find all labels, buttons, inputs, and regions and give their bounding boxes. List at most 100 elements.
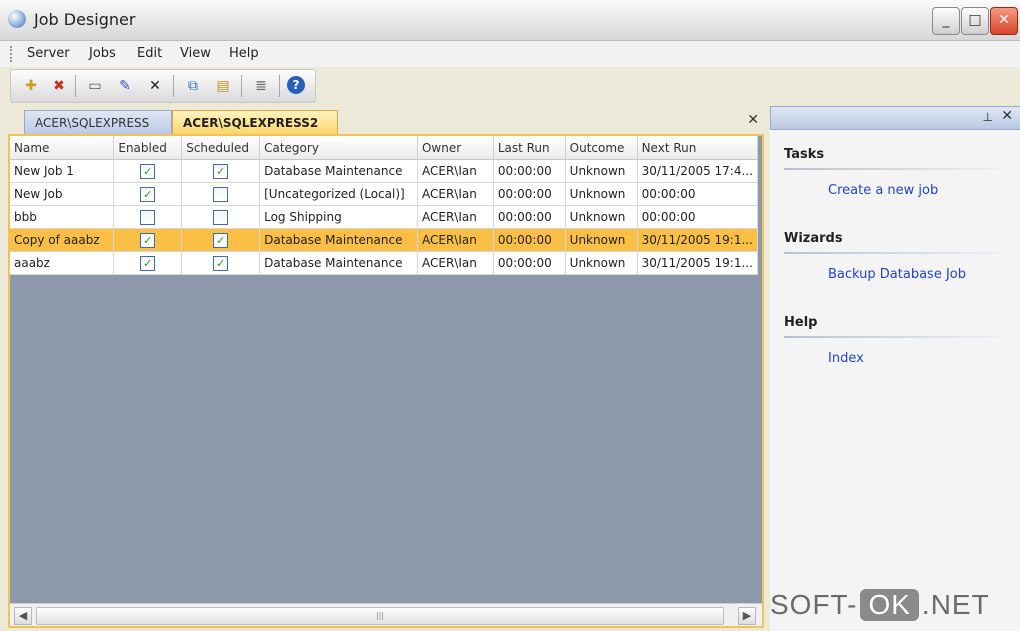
cell-name[interactable]: Copy of aaabz (10, 228, 115, 252)
table-row[interactable]: New Job 1 ✓ ✓ Database Maintenance ACER\Ian 0… (10, 159, 759, 183)
scheduled-checkbox[interactable]: ✓ (213, 163, 229, 179)
column-header-next-run[interactable]: Next Run (637, 136, 759, 160)
cell-owner[interactable]: ACER\Ian (417, 205, 494, 229)
cell-name[interactable]: New Job 1 (10, 159, 115, 183)
cell-name[interactable]: aaabz (10, 251, 115, 275)
cell-outcome[interactable]: Unknown (565, 205, 638, 229)
cell-scheduled[interactable] (181, 205, 261, 229)
cell-owner[interactable]: ACER\Ian (417, 228, 494, 252)
cell-category[interactable]: [Uncategorized (Local)] (259, 182, 418, 206)
close-button[interactable]: ✕ (990, 7, 1018, 35)
column-header-enabled[interactable]: Enabled (113, 136, 183, 160)
jobs-table: Name Enabled Scheduled Category Owner La… (10, 136, 759, 275)
cell-owner[interactable]: ACER\Ian (417, 159, 494, 183)
enabled-checkbox[interactable]: ✓ (140, 163, 156, 179)
backup-database-job-link[interactable]: Backup Database Job (828, 267, 966, 282)
pin-icon[interactable]: ⊥ (983, 110, 993, 124)
enabled-checkbox[interactable]: ✓ (140, 186, 156, 202)
cell-next-run[interactable]: 00:00:00 (637, 182, 759, 206)
menu-edit[interactable]: Edit (137, 46, 162, 61)
cell-last-run[interactable]: 00:00:00 (493, 205, 566, 229)
title-bar: Job Designer _ □ ✕ (0, 0, 1020, 41)
scroll-left-icon[interactable]: ◀ (14, 607, 32, 625)
scheduled-checkbox[interactable]: ✓ (213, 255, 229, 271)
jobs-grid: Name Enabled Scheduled Category Owner La… (8, 134, 764, 628)
horizontal-scrollbar[interactable]: ◀ ||| ▶ (10, 603, 762, 626)
cell-scheduled[interactable]: ✓ (181, 251, 261, 275)
minimize-button[interactable]: _ (932, 7, 960, 35)
properties-icon[interactable]: ≣ (251, 76, 271, 96)
cell-enabled[interactable]: ✓ (113, 182, 183, 206)
maximize-button[interactable]: □ (961, 7, 989, 35)
side-panel: Tasks Create a new job Wizards Backup Da… (770, 130, 1020, 631)
column-header-name[interactable]: Name (10, 136, 115, 160)
cell-outcome[interactable]: Unknown (565, 228, 638, 252)
cell-scheduled[interactable] (181, 182, 261, 206)
cell-scheduled[interactable]: ✓ (181, 159, 261, 183)
cell-category[interactable]: Database Maintenance (259, 251, 418, 275)
enabled-checkbox[interactable] (140, 209, 156, 225)
cell-last-run[interactable]: 00:00:00 (493, 251, 566, 275)
cell-name[interactable]: New Job (10, 182, 115, 206)
column-header-outcome[interactable]: Outcome (565, 136, 638, 160)
copy-icon[interactable]: ⧉ (183, 76, 203, 96)
cell-enabled[interactable]: ✓ (113, 159, 183, 183)
delete-job-icon[interactable]: ✖ (49, 76, 69, 96)
cell-last-run[interactable]: 00:00:00 (493, 182, 566, 206)
scheduled-checkbox[interactable] (213, 209, 229, 225)
side-panel-close-icon[interactable]: ✕ (1001, 108, 1013, 124)
cell-category[interactable]: Log Shipping (259, 205, 418, 229)
cell-last-run[interactable]: 00:00:00 (493, 159, 566, 183)
menu-server[interactable]: Server (27, 46, 70, 61)
column-header-category[interactable]: Category (259, 136, 418, 160)
cell-last-run[interactable]: 00:00:00 (493, 228, 566, 252)
help-icon[interactable]: ? (287, 76, 305, 94)
cell-enabled[interactable]: ✓ (113, 228, 183, 252)
open-folder-icon[interactable]: ▤ (213, 76, 233, 96)
cell-outcome[interactable]: Unknown (565, 159, 638, 183)
cell-next-run[interactable]: 00:00:00 (637, 205, 759, 229)
column-header-last-run[interactable]: Last Run (493, 136, 566, 160)
menu-view[interactable]: View (180, 46, 211, 61)
index-link[interactable]: Index (828, 351, 864, 366)
cell-enabled[interactable] (113, 205, 183, 229)
cell-enabled[interactable]: ✓ (113, 251, 183, 275)
cell-category[interactable]: Database Maintenance (259, 159, 418, 183)
cancel-icon[interactable]: ✕ (145, 76, 165, 96)
scheduled-checkbox[interactable] (213, 186, 229, 202)
table-row[interactable]: Copy of aaabz ✓ ✓ Database Maintenance ACER\… (10, 228, 759, 252)
toolbar-separator (241, 75, 242, 97)
table-row[interactable]: bbb Log Shipping ACER\Ian 00:00:00 Unknown 00… (10, 205, 759, 229)
cell-name[interactable]: bbb (10, 205, 115, 229)
section-title-tasks: Tasks (784, 147, 825, 162)
cell-next-run[interactable]: 30/11/2005 17:4... (637, 159, 759, 183)
scheduled-checkbox[interactable]: ✓ (213, 232, 229, 248)
watermark-right: .NET (921, 589, 990, 620)
table-row[interactable]: aaabz ✓ ✓ Database Maintenance ACER\Ian 00:00… (10, 251, 759, 275)
tab-acer-sqlexpress2[interactable]: ACER\SQLEXPRESS2 (172, 110, 338, 135)
column-header-scheduled[interactable]: Scheduled (181, 136, 261, 160)
cell-next-run[interactable]: 30/11/2005 19:1... (637, 251, 759, 275)
scroll-right-icon[interactable]: ▶ (738, 607, 756, 625)
new-job-icon[interactable]: ✚ (21, 76, 41, 96)
table-row[interactable]: New Job ✓ [Uncategorized (Local)] ACER\Ian 0… (10, 182, 759, 206)
menu-help[interactable]: Help (229, 46, 259, 61)
enabled-checkbox[interactable]: ✓ (140, 255, 156, 271)
cell-scheduled[interactable]: ✓ (181, 228, 261, 252)
scroll-thumb[interactable]: ||| (36, 607, 724, 625)
cell-outcome[interactable]: Unknown (565, 182, 638, 206)
enabled-checkbox[interactable]: ✓ (140, 232, 156, 248)
edit-icon[interactable]: ✎ (115, 76, 135, 96)
cell-owner[interactable]: ACER\Ian (417, 182, 494, 206)
cell-owner[interactable]: ACER\Ian (417, 251, 494, 275)
cell-category[interactable]: Database Maintenance (259, 228, 418, 252)
cell-outcome[interactable]: Unknown (565, 251, 638, 275)
tab-close-icon[interactable]: ✕ (747, 112, 759, 128)
tab-acer-sqlexpress[interactable]: ACER\SQLEXPRESS (24, 110, 172, 135)
new-document-icon[interactable]: ▭ (85, 76, 105, 96)
cell-next-run[interactable]: 30/11/2005 19:1... (637, 228, 759, 252)
column-header-owner[interactable]: Owner (417, 136, 494, 160)
create-new-job-link[interactable]: Create a new job (828, 183, 938, 198)
menu-jobs[interactable]: Jobs (89, 46, 116, 61)
menu-grip[interactable] (10, 46, 14, 62)
